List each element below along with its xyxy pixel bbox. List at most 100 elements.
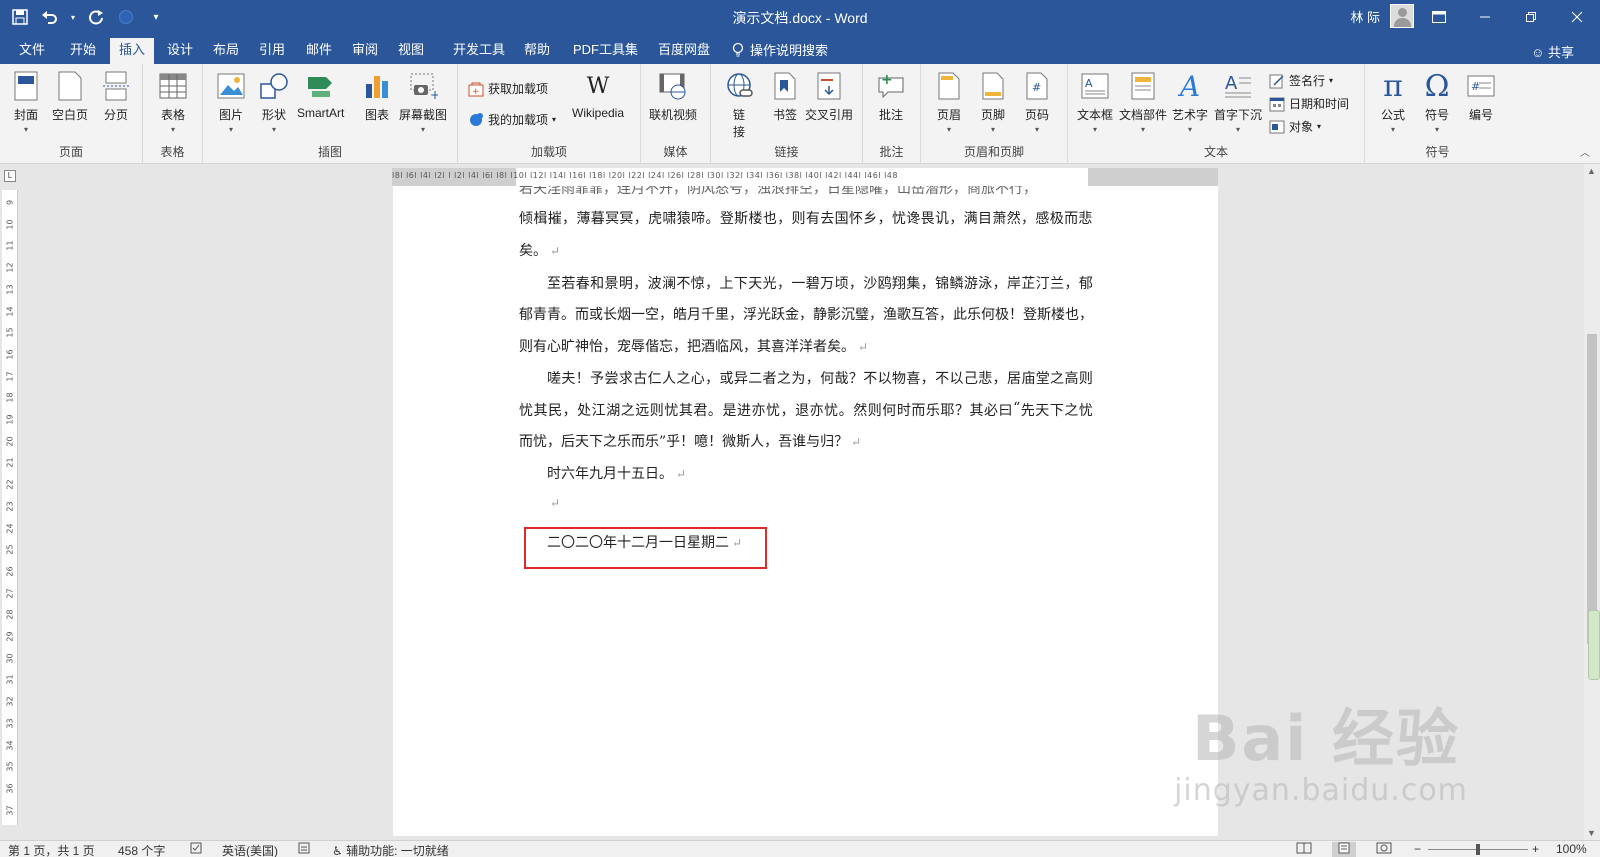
document-line: 至若春和景明，波澜不惊，上下天光，一碧万顷，沙鸥翔集，锦鳞游泳，岸芷汀兰，郁: [547, 276, 1093, 292]
language[interactable]: 英语(美国): [222, 842, 278, 857]
ribbon-display-options-icon[interactable]: [1416, 0, 1462, 34]
quick-parts-button[interactable]: 文档部件 ▾: [1119, 70, 1167, 134]
ruler-number: 15: [5, 327, 15, 338]
tab-home[interactable]: 开始: [61, 38, 105, 64]
tell-me-search[interactable]: 操作说明搜索: [732, 40, 828, 59]
quick-parts-icon: [1127, 70, 1159, 102]
avatar[interactable]: [1390, 4, 1414, 28]
link-button[interactable]: 链 接: [723, 70, 755, 140]
ruler-number: 31: [5, 674, 15, 685]
lightbulb-icon: [732, 42, 744, 56]
print-layout-icon[interactable]: [1332, 842, 1356, 857]
my-addins-button[interactable]: 我的加载项 ▾: [468, 111, 556, 128]
tab-developer[interactable]: 开发工具: [444, 38, 514, 64]
table-button[interactable]: 表格 ▾: [157, 70, 189, 134]
tab-help[interactable]: 帮助: [515, 38, 559, 64]
tab-baidu-netdisk[interactable]: 百度网盘: [649, 38, 719, 64]
object-button[interactable]: 对象 ▾: [1269, 118, 1321, 135]
wikipedia-button[interactable]: W Wikipedia: [572, 70, 624, 121]
symbol-button[interactable]: Ω 符号 ▾: [1421, 69, 1453, 135]
get-addins-button[interactable]: + 获取加载项: [468, 80, 548, 97]
footer-button[interactable]: 页脚 ▾: [977, 70, 1009, 134]
zoom-in-button[interactable]: +: [1532, 842, 1539, 856]
collapse-ribbon-icon[interactable]: ︿: [1580, 144, 1590, 159]
tab-references[interactable]: 引用: [250, 38, 294, 64]
ruler-number: 12: [5, 262, 15, 273]
zoom-level[interactable]: 100%: [1556, 842, 1587, 856]
page-number-button[interactable]: # 页码 ▾: [1021, 70, 1053, 134]
wordart-button[interactable]: A 艺术字 ▾: [1172, 70, 1208, 135]
ruler-number: 22: [5, 479, 15, 490]
bookmark-button[interactable]: 书签: [769, 70, 801, 123]
tab-file[interactable]: 文件: [10, 38, 54, 64]
tab-insert[interactable]: 插入: [110, 38, 155, 64]
document-page[interactable]: 若夫淫雨霏霏，连月不开，阴风怒号，浊浪排空，日星隐曜，山岳潜形，商旅不行， 倾楫…: [393, 186, 1218, 836]
chart-button[interactable]: 图表: [361, 70, 393, 123]
blank-page-button[interactable]: 空白页: [52, 70, 88, 123]
ruler-number: 24: [5, 522, 15, 534]
header-button[interactable]: 页眉 ▾: [933, 70, 965, 134]
tab-mailings[interactable]: 邮件: [297, 38, 341, 64]
close-icon[interactable]: [1554, 0, 1600, 34]
read-mode-icon[interactable]: [1296, 842, 1312, 857]
group-label-header-footer: 页眉和页脚: [963, 145, 1024, 159]
tab-view[interactable]: 视图: [389, 38, 433, 64]
signature-line-button[interactable]: 签名行 ▾: [1269, 72, 1333, 89]
date-time-button[interactable]: 日期和时间: [1269, 95, 1349, 112]
vertical-scrollbar[interactable]: ▲ ▼: [1584, 164, 1600, 840]
ruler-number: 30: [5, 653, 15, 664]
tab-pdf-tools[interactable]: PDF工具集: [564, 38, 647, 64]
group-symbols: π 公式 ▾ Ω 符号 ▾ # 编号 符号: [1365, 64, 1510, 164]
vertical-ruler[interactable]: 9 10 11 12 13 14 15 16 17 18 19 20 21 22 23 24 25 26 27 28 2…: [2, 190, 18, 825]
drop-cap-button[interactable]: A 首字下沉 ▾: [1214, 70, 1262, 134]
shapes-button[interactable]: 形状 ▾: [258, 70, 290, 134]
web-layout-icon[interactable]: [1376, 842, 1392, 857]
proofing-icon[interactable]: [190, 842, 204, 857]
share-button[interactable]: ☺ 共享: [1531, 42, 1574, 61]
svg-text:+: +: [430, 88, 438, 100]
group-header-footer: 页眉 ▾ 页脚 ▾ # 页码 ▾ 页眉和页脚: [921, 64, 1068, 164]
link-icon: [723, 70, 755, 102]
new-comment-button[interactable]: + 批注: [875, 70, 907, 123]
tab-selector[interactable]: L: [4, 170, 16, 182]
zoom-slider-thumb[interactable]: [1476, 844, 1480, 855]
group-label-links: 链接: [774, 145, 799, 159]
side-widget[interactable]: [1588, 610, 1600, 680]
cover-page-button[interactable]: 封面 ▾: [10, 70, 42, 134]
user-name[interactable]: 林 际: [1350, 7, 1380, 26]
ruler-number: 32: [5, 696, 15, 707]
table-icon: [157, 70, 189, 102]
page-break-button[interactable]: 分页: [100, 70, 132, 123]
macro-icon[interactable]: [298, 842, 310, 857]
accessibility-status[interactable]: ♿ 辅助功能: 一切就绪: [332, 842, 449, 857]
header-icon: [933, 70, 965, 102]
tab-layout[interactable]: 布局: [204, 38, 248, 64]
zoom-out-button[interactable]: −: [1414, 842, 1421, 856]
scroll-up-icon[interactable]: ▲: [1587, 166, 1596, 176]
horizontal-ruler[interactable]: l8l l6l l4l l2l l l2l l4l l6l l8l l10l l…: [392, 168, 1218, 186]
document-line: 时六年九月十五日。 ↵: [547, 466, 687, 482]
puzzle-icon: [470, 112, 483, 126]
tab-design[interactable]: 设计: [158, 38, 202, 64]
store-icon: +: [468, 82, 484, 97]
shapes-icon: [258, 70, 290, 102]
calendar-icon: [1269, 97, 1285, 111]
screenshot-button[interactable]: + 屏幕截图 ▾: [399, 70, 447, 134]
numbering-button[interactable]: # 编号: [1465, 70, 1497, 123]
scroll-thumb[interactable]: [1587, 334, 1597, 644]
cross-reference-button[interactable]: 交叉引用: [805, 70, 853, 123]
document-line: 忧其民，处江湖之远则忧其君。是进亦忧，退亦忧。然则何时而乐耶？其必曰 “先天下之忧: [519, 400, 1093, 419]
text-box-button[interactable]: A 文本框 ▾: [1077, 70, 1113, 134]
smartart-button[interactable]: SmartArt: [297, 70, 344, 120]
document-line: 矣。 ↵: [519, 243, 561, 259]
scroll-down-icon[interactable]: ▼: [1587, 828, 1596, 838]
tab-review[interactable]: 审阅: [343, 38, 387, 64]
word-count[interactable]: 458 个字: [118, 842, 165, 857]
ruler-number: 34: [5, 739, 15, 751]
restore-icon[interactable]: [1508, 0, 1554, 34]
picture-button[interactable]: 图片 ▾: [215, 70, 247, 134]
page-count[interactable]: 第 1 页，共 1 页: [8, 842, 95, 857]
minimize-icon[interactable]: [1462, 0, 1508, 34]
online-video-button[interactable]: 联机视频: [649, 70, 697, 123]
equation-button[interactable]: π 公式 ▾: [1377, 69, 1409, 135]
